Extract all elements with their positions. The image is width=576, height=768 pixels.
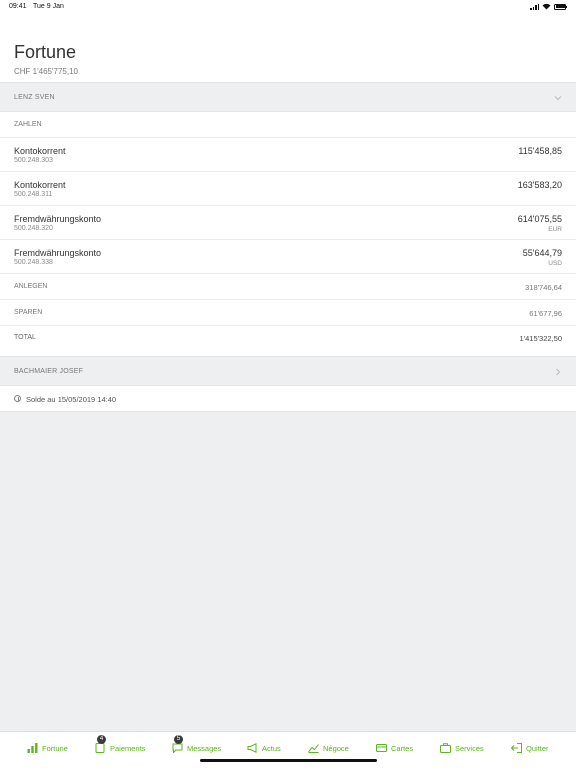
tab-label: Actus (262, 743, 281, 753)
category-label: ANLEGEN (14, 283, 48, 290)
page-title: Fortune (14, 42, 77, 62)
page-header: Fortune CHF 1'465'775,10 (0, 14, 576, 82)
tab-services[interactable]: Services (440, 741, 484, 755)
status-icons (530, 3, 567, 10)
account-currency: USD (548, 260, 562, 267)
category-value: 318'746,64 (525, 283, 562, 292)
tab-label: Cartes (391, 743, 414, 753)
tab-bar: Fortune 4 Paiements 5 Messages Actus Nég… (0, 731, 576, 768)
chevron-right-icon (556, 368, 561, 376)
badge-count: 5 (174, 735, 183, 744)
account-number: 500.248.303 (14, 157, 53, 164)
category-row-sparen[interactable]: SPAREN 61'677,96 (0, 300, 576, 326)
trend-icon (308, 744, 319, 753)
account-number: 500.248.311 (14, 191, 53, 198)
tab-quitter[interactable]: Quitter (511, 741, 549, 755)
megaphone-icon (247, 743, 257, 753)
account-amount: 614'075,55 (517, 214, 562, 224)
account-amount: 163'583,20 (517, 180, 562, 190)
total-value: 1'415'322,50 (519, 334, 563, 343)
battery-icon (554, 3, 567, 10)
tab-fortune[interactable]: Fortune (27, 741, 68, 755)
account-row[interactable]: Kontokorrent 500.248.311 163'583,20 (0, 172, 576, 206)
balance-timestamp-text: Solde au 15/05/2019 14:40 (26, 395, 117, 404)
tab-label: Messages (187, 743, 222, 753)
account-row[interactable]: Fremdwährungskonto 500.248.320 614'075,5… (0, 206, 576, 240)
tab-paiements[interactable]: 4 Paiements (95, 735, 146, 755)
chevron-down-icon (554, 96, 562, 101)
account-amount: 55'644,79 (522, 248, 562, 258)
account-number: 500.248.320 (14, 225, 53, 232)
tab-messages[interactable]: 5 Messages (172, 735, 222, 755)
badge-count: 4 (97, 735, 106, 744)
category-row-anlegen[interactable]: ANLEGEN 318'746,64 (0, 274, 576, 300)
tab-label: Paiements (110, 743, 146, 753)
home-indicator[interactable] (200, 759, 377, 762)
logout-icon (511, 743, 522, 753)
account-name: Fremdwährungskonto (14, 214, 102, 224)
document-icon: 4 (95, 735, 106, 753)
tab-cartes[interactable]: Cartes (376, 741, 413, 755)
card-icon (376, 744, 387, 752)
status-time: 09:41 (9, 3, 27, 10)
tab-label: Négoce (323, 743, 349, 753)
status-bar: 09:41 Tue 9 Jan (0, 0, 576, 14)
tab-label: Quitter (526, 743, 549, 753)
category-label: SPAREN (14, 309, 43, 316)
group-label: BACHMAIER JOSEF (14, 368, 84, 375)
signal-icon (530, 3, 539, 10)
wifi-icon (542, 3, 551, 10)
chat-icon: 5 (172, 735, 183, 754)
account-number: 500.248.338 (14, 259, 53, 266)
status-date: Tue 9 Jan (33, 3, 64, 10)
tab-actus[interactable]: Actus (247, 741, 281, 755)
total-wealth: CHF 1'465'775,10 (14, 67, 78, 76)
tab-label: Fortune (42, 743, 68, 753)
account-currency: EUR (548, 226, 562, 233)
tab-negoce[interactable]: Négoce (308, 741, 349, 755)
section-label: ZAHLEN (14, 121, 42, 128)
bar-chart-icon (27, 743, 38, 753)
account-name: Kontokorrent (14, 180, 66, 190)
account-row[interactable]: Kontokorrent 500.248.303 115'458,85 (0, 138, 576, 172)
group-header-lenz[interactable]: LENZ SVEN (0, 82, 576, 112)
total-label: TOTAL (14, 334, 36, 341)
balance-timestamp: Solde au 15/05/2019 14:40 (0, 386, 576, 412)
category-value: 61'677,96 (529, 309, 562, 318)
section-header-zahlen: ZAHLEN (0, 112, 576, 138)
total-row: TOTAL 1'415'322,50 (0, 326, 576, 356)
account-list: ZAHLEN Kontokorrent 500.248.303 115'458,… (0, 112, 576, 356)
briefcase-icon (440, 743, 451, 753)
account-amount: 115'458,85 (518, 146, 562, 156)
group-header-bachmaier[interactable]: BACHMAIER JOSEF (0, 356, 576, 386)
group-label: LENZ SVEN (14, 94, 55, 101)
account-name: Fremdwährungskonto (14, 248, 102, 258)
clock-icon (14, 395, 21, 402)
account-name: Kontokorrent (14, 146, 66, 156)
account-row[interactable]: Fremdwährungskonto 500.248.338 55'644,79… (0, 240, 576, 274)
tab-label: Services (455, 743, 484, 753)
